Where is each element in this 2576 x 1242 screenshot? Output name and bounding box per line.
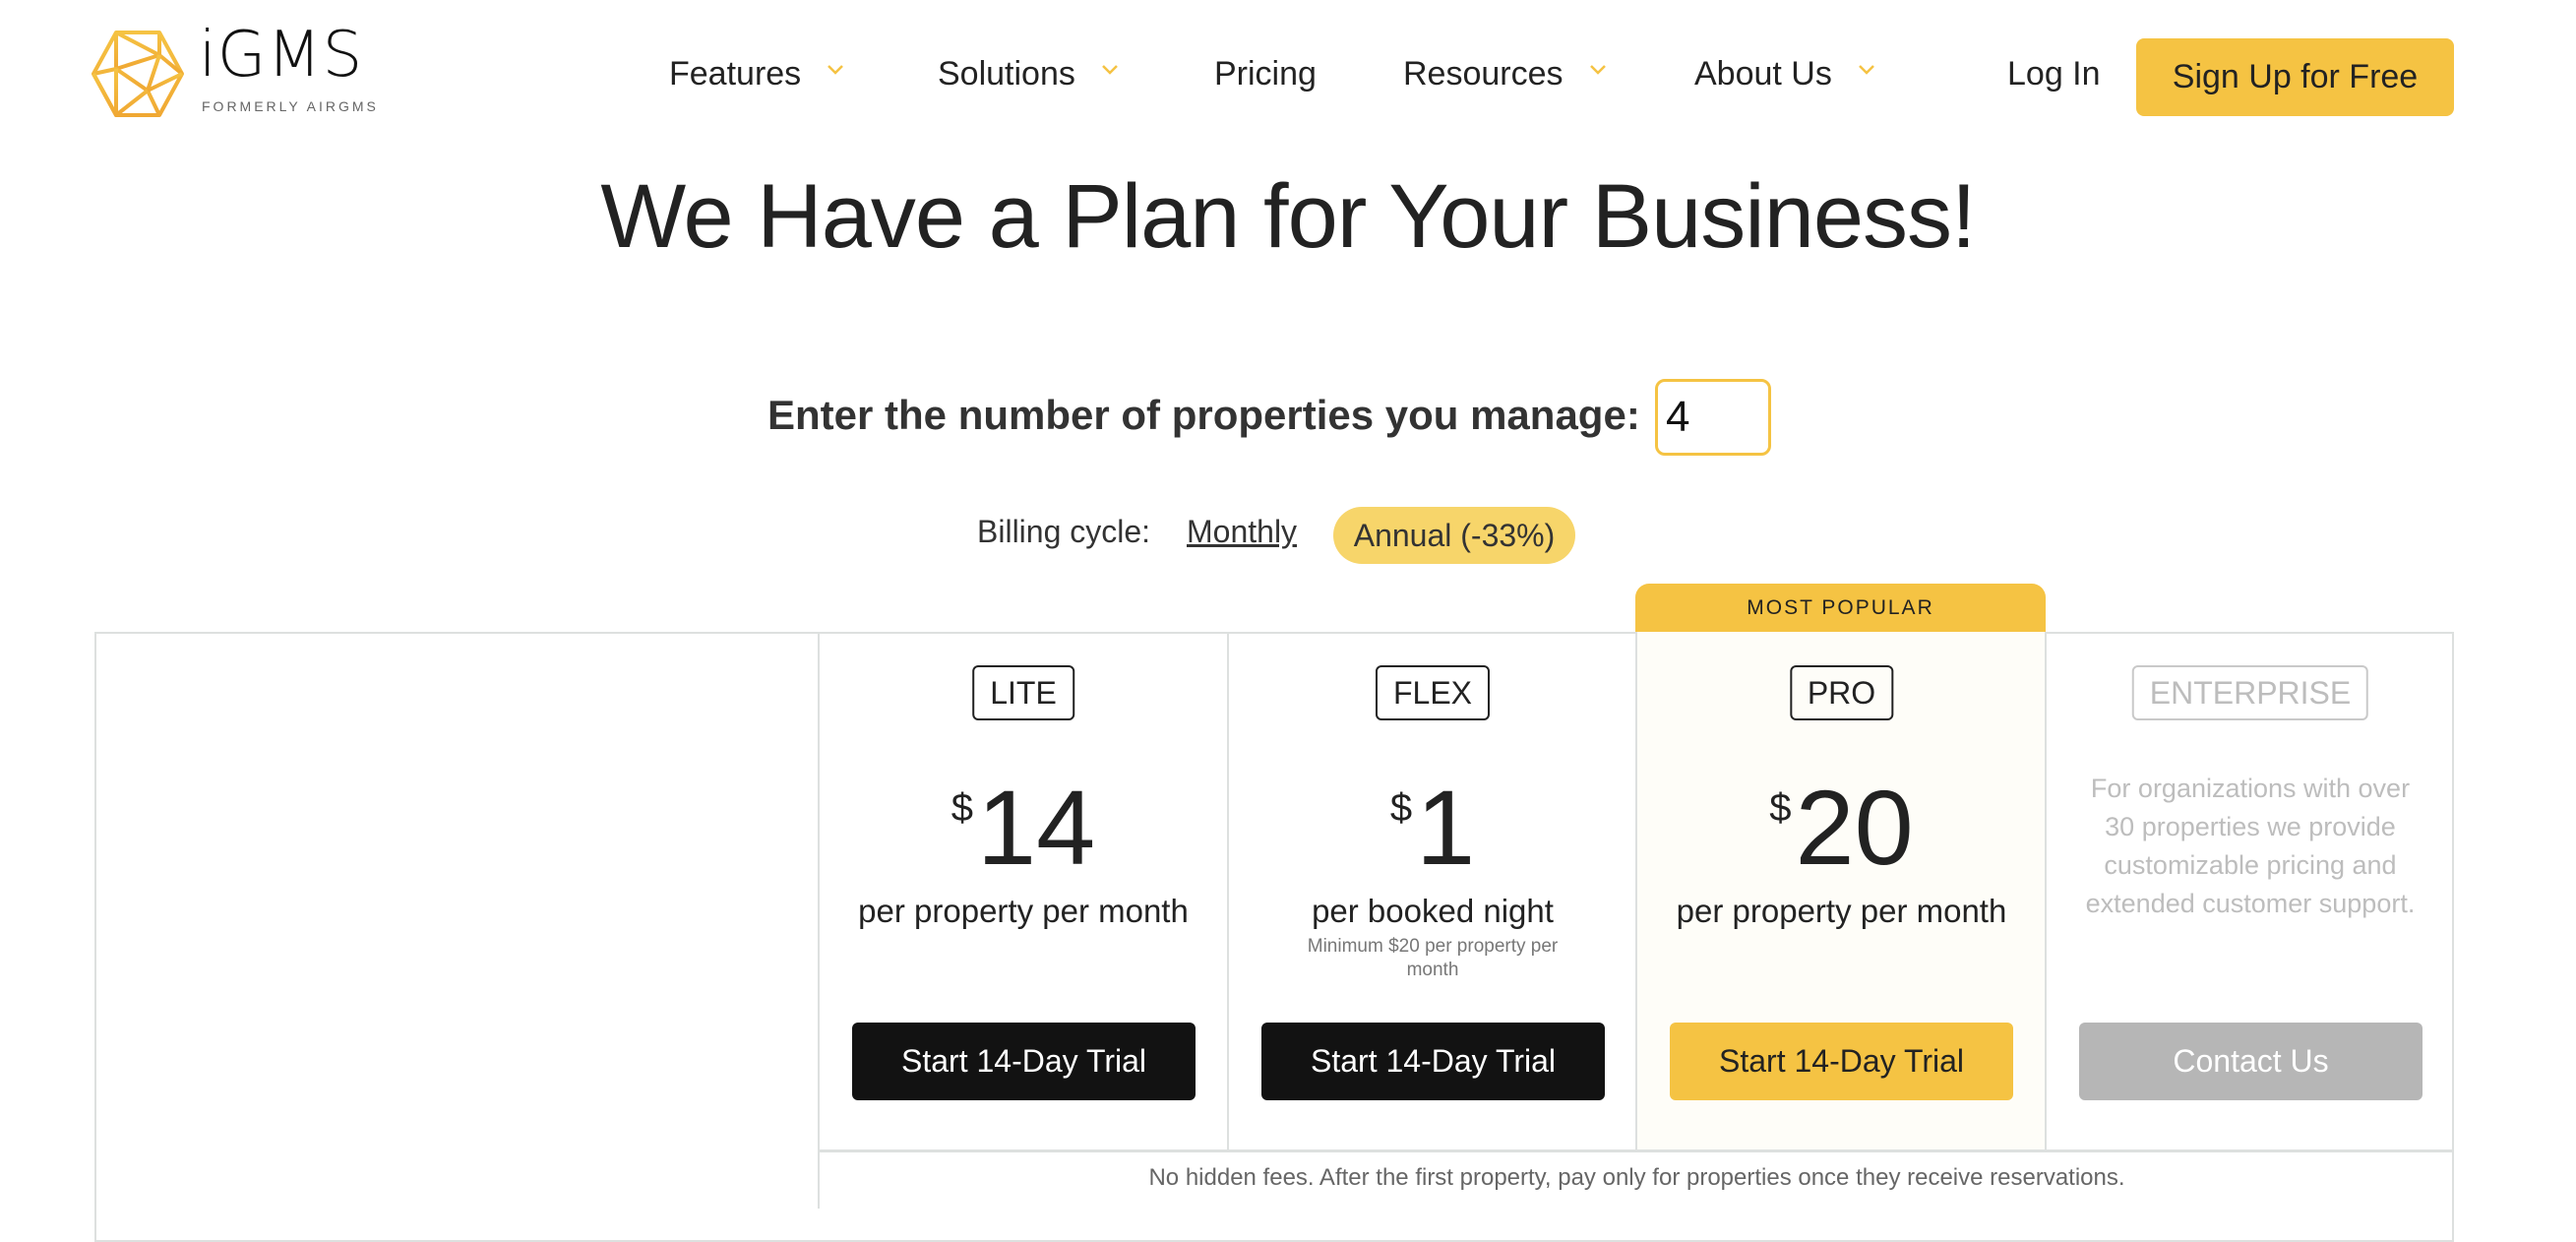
plan-column-pro: PRO $20 per property per month Start 14-… xyxy=(1635,632,2046,1149)
page-title: We Have a Plan for Your Business! xyxy=(600,166,1976,267)
billing-option-annual[interactable]: Annual (-33%) xyxy=(1333,507,1575,564)
plan-price: $1 xyxy=(1229,775,1636,881)
start-trial-button-flex[interactable]: Start 14-Day Trial xyxy=(1261,1023,1605,1100)
plan-column-flex: FLEX $1 per booked night Minimum $20 per… xyxy=(1227,632,1636,1149)
price-amount: 20 xyxy=(1795,768,1914,887)
igms-logo[interactable]: iGMS FORMERLY AIRGMS xyxy=(91,24,379,118)
price-unit: per property per month xyxy=(1676,893,2007,929)
plan-column-lite: LITE $14 per property per month Start 14… xyxy=(818,632,1227,1149)
price-amount: 14 xyxy=(977,768,1096,887)
nav-item-resources[interactable]: Resources xyxy=(1403,55,1606,93)
price-unit: per property per month xyxy=(858,893,1189,929)
nav-item-label: Resources xyxy=(1403,55,1564,93)
currency-symbol: $ xyxy=(951,786,974,830)
currency-symbol: $ xyxy=(1389,786,1413,830)
chevron-down-icon xyxy=(1858,64,1874,78)
pricing-footer: No hidden fees. After the first property… xyxy=(818,1149,2454,1209)
nav-item-label: About Us xyxy=(1694,55,1832,93)
chevron-down-icon xyxy=(1589,64,1606,78)
contact-us-button[interactable]: Contact Us xyxy=(2079,1023,2423,1100)
properties-count-input[interactable] xyxy=(1655,379,1771,456)
nav-item-features[interactable]: Features xyxy=(669,55,844,93)
price-amount: 1 xyxy=(1416,768,1476,887)
chevron-down-icon xyxy=(827,64,844,78)
plan-name-badge: LITE xyxy=(972,665,1074,720)
billing-option-monthly[interactable]: Monthly xyxy=(1187,514,1297,550)
nav-item-label: Features xyxy=(669,55,802,93)
brand-name: iGMS xyxy=(199,19,364,92)
nav-item-about-us[interactable]: About Us xyxy=(1694,55,1874,93)
billing-cycle-label: Billing cycle: xyxy=(977,514,1151,549)
nav-item-solutions[interactable]: Solutions xyxy=(938,55,1118,93)
properties-label: Enter the number of properties you manag… xyxy=(767,392,1640,438)
plan-name-badge: FLEX xyxy=(1375,665,1491,720)
brand-tagline: FORMERLY AIRGMS xyxy=(202,98,379,114)
most-popular-badge: MOST POPULAR xyxy=(1635,584,2046,632)
chevron-down-icon xyxy=(1101,64,1118,78)
no-hidden-fees-note: No hidden fees. After the first property… xyxy=(1148,1164,2125,1191)
plan-price: $14 xyxy=(820,775,1227,881)
plan-column-enterprise: ENTERPRISE For organizations with over 3… xyxy=(2045,632,2454,1149)
price-unit: per booked night xyxy=(1312,893,1554,929)
enterprise-description: For organizations with over 30 propertie… xyxy=(2085,774,2416,919)
nav-item-label: Solutions xyxy=(938,55,1075,93)
start-trial-button-lite[interactable]: Start 14-Day Trial xyxy=(852,1023,1196,1100)
plan-name-badge: PRO xyxy=(1789,665,1894,720)
start-trial-button-pro[interactable]: Start 14-Day Trial xyxy=(1670,1023,2013,1100)
plan-name-badge: ENTERPRISE xyxy=(2131,665,2369,720)
plan-price: $20 xyxy=(1637,775,2046,881)
currency-symbol: $ xyxy=(1769,786,1792,830)
signup-button[interactable]: Sign Up for Free xyxy=(2136,38,2454,116)
icosahedron-logo-icon xyxy=(92,31,184,117)
login-link[interactable]: Log In xyxy=(2007,55,2101,93)
price-minimum-note: Minimum $20 per property per month xyxy=(1307,936,1559,980)
nav-item-label: Pricing xyxy=(1214,55,1317,93)
nav-item-pricing[interactable]: Pricing xyxy=(1214,55,1317,93)
